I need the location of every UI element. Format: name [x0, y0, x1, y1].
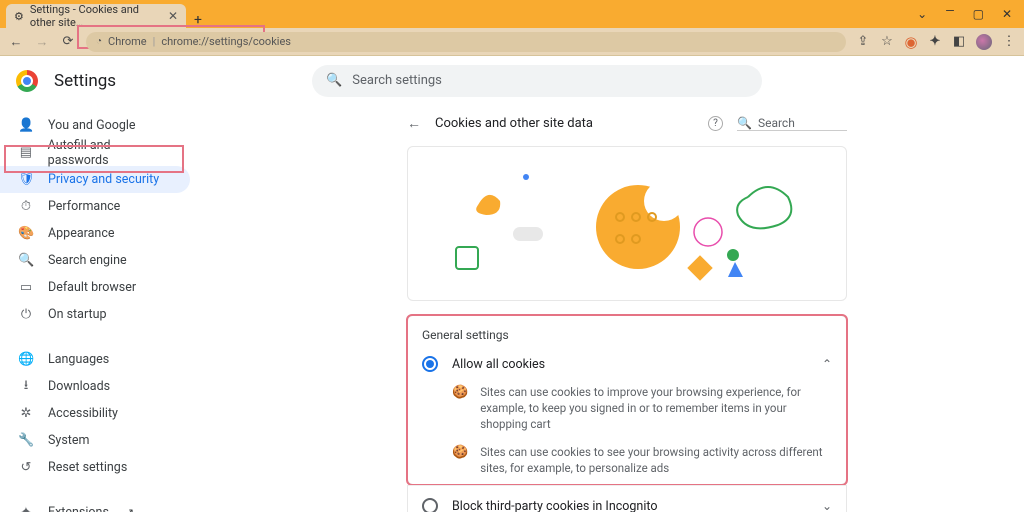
- globe-icon: 🌐: [18, 352, 34, 367]
- forward-button[interactable]: →: [34, 34, 50, 50]
- help-icon[interactable]: ?: [708, 116, 723, 131]
- reload-button[interactable]: ⟳: [60, 34, 76, 49]
- profile-avatar[interactable]: [976, 34, 992, 50]
- site-info-icon[interactable]: ◔: [96, 36, 102, 47]
- browser-icon: ▭: [18, 280, 34, 295]
- sidebar-item-default-browser[interactable]: ▭Default browser: [0, 274, 190, 301]
- bookmark-icon[interactable]: ☆: [880, 35, 894, 49]
- external-link-icon: ↗: [125, 506, 134, 512]
- tab-title: Settings - Cookies and other site…: [30, 3, 162, 29]
- sidebar-item-on-startup[interactable]: ⏻On startup: [0, 301, 190, 328]
- search-settings-placeholder: Search settings: [352, 73, 442, 88]
- extension-icon: ✦: [18, 505, 34, 512]
- search-settings-input[interactable]: 🔍 Search settings: [312, 65, 762, 97]
- omnibox-scheme: Chrome: [108, 35, 147, 48]
- close-window-icon[interactable]: ✕: [1002, 7, 1012, 21]
- sidepanel-icon[interactable]: ◧: [952, 35, 966, 49]
- general-settings-card: General settings Allow all cookies ⌃ 🍪 S…: [407, 315, 847, 485]
- search-icon: 🔍: [737, 116, 752, 130]
- sidebar-item-appearance[interactable]: 🎨Appearance: [0, 220, 190, 247]
- power-icon: ⏻: [18, 307, 34, 322]
- chevron-up-icon[interactable]: ⌃: [822, 357, 832, 371]
- settings-title: Settings: [54, 71, 116, 91]
- sidebar-item-languages[interactable]: 🌐Languages: [0, 346, 190, 373]
- autofill-icon: ▤: [18, 145, 34, 160]
- option-allow-all-cookies[interactable]: Allow all cookies ⌃: [408, 348, 846, 380]
- maximize-icon[interactable]: ▢: [973, 7, 984, 21]
- share-icon[interactable]: ⇪: [856, 35, 870, 49]
- option-block-3p-incognito[interactable]: Block third-party cookies in Incognito ⌄: [408, 485, 846, 512]
- wrench-icon: 🔧: [18, 433, 34, 448]
- chevron-down-icon[interactable]: ⌄: [822, 499, 832, 512]
- back-arrow-button[interactable]: ←: [407, 115, 421, 132]
- sidebar: 👤You and Google ▤Autofill and passwords …: [0, 106, 230, 512]
- person-icon: 👤: [18, 118, 34, 133]
- sidebar-item-performance[interactable]: ⏱Performance: [0, 193, 190, 220]
- settings-header: Settings 🔍 Search settings: [0, 56, 1024, 106]
- new-tab-button[interactable]: +: [186, 12, 210, 28]
- titlebar: ⚙ Settings - Cookies and other site… ✕ +…: [0, 0, 1024, 28]
- minimize-icon[interactable]: —: [945, 4, 954, 18]
- omnibox[interactable]: ◔ Chrome | chrome://settings/cookies: [86, 32, 846, 52]
- sidebar-item-search-engine[interactable]: 🔍Search engine: [0, 247, 190, 274]
- page-search-input[interactable]: 🔍Search: [737, 116, 847, 131]
- hero-illustration: [407, 146, 847, 301]
- search-icon: 🔍: [18, 253, 34, 268]
- sidebar-item-extensions[interactable]: ✦Extensions↗: [0, 499, 190, 512]
- close-tab-icon[interactable]: ✕: [168, 9, 178, 23]
- radio-unselected-icon: [422, 498, 438, 512]
- sidebar-item-reset[interactable]: ↺Reset settings: [0, 454, 190, 481]
- extensions-icon[interactable]: ✦: [928, 35, 942, 49]
- reset-icon: ↺: [18, 460, 34, 475]
- performance-icon: ⏱: [18, 199, 34, 214]
- download-icon: ⭳: [18, 376, 34, 398]
- accessibility-icon: ✲: [18, 406, 34, 421]
- toolbar: ← → ⟳ ◔ Chrome | chrome://settings/cooki…: [0, 28, 1024, 56]
- cookie-description-1: 🍪 Sites can use cookies to improve your …: [408, 380, 846, 440]
- page-title: Cookies and other site data: [435, 116, 593, 131]
- chrome-logo-icon: [16, 70, 38, 92]
- back-button[interactable]: ←: [8, 34, 24, 50]
- appearance-icon: 🎨: [18, 226, 34, 241]
- extension-color-icon[interactable]: ◉: [904, 35, 918, 49]
- sidebar-item-system[interactable]: 🔧System: [0, 427, 190, 454]
- sidebar-item-downloads[interactable]: ⭳Downloads: [0, 373, 190, 400]
- sidebar-item-you-and-google[interactable]: 👤You and Google: [0, 112, 190, 139]
- cookie-description-2: 🍪 Sites can use cookies to see your brow…: [408, 440, 846, 484]
- shield-icon: 🛡: [18, 172, 34, 187]
- omnibox-url: chrome://settings/cookies: [161, 35, 291, 48]
- cookie-icon: 🍪: [452, 384, 468, 432]
- cookie-icon: 🍪: [452, 444, 468, 476]
- sidebar-item-accessibility[interactable]: ✲Accessibility: [0, 400, 190, 427]
- content-panel: ← Cookies and other site data ? 🔍Search: [407, 106, 847, 512]
- chevron-down-icon[interactable]: ⌄: [917, 7, 927, 21]
- radio-selected-icon: [422, 356, 438, 372]
- search-icon: 🔍: [326, 73, 342, 88]
- sidebar-item-privacy-security[interactable]: 🛡Privacy and security: [0, 166, 190, 193]
- gear-icon: ⚙: [14, 10, 24, 23]
- sidebar-item-autofill[interactable]: ▤Autofill and passwords: [0, 139, 190, 166]
- browser-tab[interactable]: ⚙ Settings - Cookies and other site… ✕: [6, 4, 186, 28]
- menu-icon[interactable]: ⋮: [1002, 35, 1016, 49]
- general-settings-heading: General settings: [408, 316, 846, 348]
